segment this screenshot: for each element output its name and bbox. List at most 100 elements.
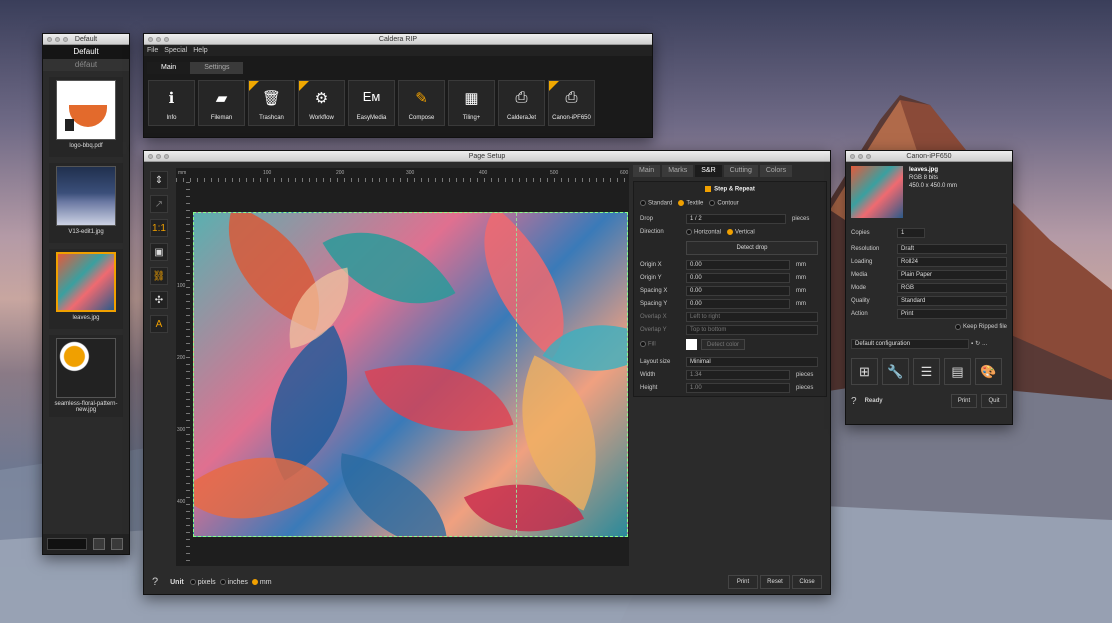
- overlap-x-select[interactable]: Left to right: [686, 312, 818, 323]
- add-icon[interactable]: [93, 538, 105, 550]
- save-icon[interactable]: ▪: [971, 341, 973, 347]
- tab-marks[interactable]: Marks: [662, 165, 694, 177]
- easymedia-button[interactable]: Eм EasyMedia: [348, 80, 395, 126]
- tab-cutting[interactable]: Cutting: [723, 165, 758, 177]
- list-selector[interactable]: [47, 538, 87, 550]
- tiling-button[interactable]: ▦ Tiling+: [448, 80, 495, 126]
- refresh-icon[interactable]: ↻: [975, 340, 980, 347]
- workflow-button[interactable]: ⚙ Workflow: [298, 80, 345, 126]
- tab-main[interactable]: Main: [633, 165, 661, 177]
- canon-ipf650-button[interactable]: ⎙ Canon-iPF650: [548, 80, 595, 126]
- info-button[interactable]: ℹ Info: [148, 80, 195, 126]
- window-controls[interactable]: [148, 154, 169, 159]
- drop-field[interactable]: 1 / 2: [686, 214, 786, 225]
- configuration-select[interactable]: Default configuration: [851, 338, 969, 349]
- preview-canvas[interactable]: [190, 182, 629, 566]
- config-more-button[interactable]: ...: [982, 341, 987, 347]
- action-select[interactable]: Print: [897, 308, 1007, 319]
- reset-button[interactable]: Reset: [760, 575, 790, 589]
- step-repeat-toggle[interactable]: Step & Repeat: [640, 186, 820, 193]
- trashcan-button[interactable]: 🗑 Trashcan: [248, 80, 295, 126]
- close-button[interactable]: Close: [792, 575, 822, 589]
- overlap-y-select[interactable]: Top to bottom: [686, 325, 818, 336]
- title-bar: Caldera RIP: [144, 34, 652, 45]
- thumbnail: [56, 338, 116, 398]
- direction-vertical[interactable]: Vertical: [727, 228, 755, 235]
- title-bar: Canon-iPF650: [846, 151, 1012, 162]
- tab-step-repeat[interactable]: S&R: [695, 165, 722, 177]
- keep-ripped-checkbox[interactable]: Keep Ripped file: [851, 320, 1007, 333]
- list-item-label: seamless-floral-pattern-new.jpg: [54, 401, 118, 413]
- direction-horizontal[interactable]: Horizontal: [686, 228, 721, 235]
- detect-drop-button[interactable]: Detect drop: [686, 240, 818, 255]
- origin-y-field[interactable]: 0.00: [686, 273, 790, 284]
- settings-panel: Main Marks S&R Cutting Colors Step & Rep…: [633, 165, 827, 397]
- text-icon[interactable]: A: [150, 315, 168, 333]
- window-controls[interactable]: [850, 154, 871, 159]
- folder-icon: ▰: [215, 90, 228, 107]
- help-icon[interactable]: ?: [851, 396, 857, 407]
- easymedia-icon: Eм: [362, 89, 381, 104]
- fill-color-swatch[interactable]: [686, 338, 697, 350]
- mode-textile[interactable]: Textile: [678, 199, 703, 206]
- list-item[interactable]: seamless-floral-pattern-new.jpg: [49, 335, 123, 417]
- crop-icon[interactable]: ▣: [150, 243, 168, 261]
- unit-mm[interactable]: mm: [251, 579, 272, 586]
- window-title: Caldera RIP: [378, 36, 418, 43]
- fill-checkbox[interactable]: Fill: [640, 340, 686, 347]
- queue-header[interactable]: Default: [43, 45, 129, 59]
- height-field[interactable]: 1.00: [686, 383, 790, 394]
- resolution-select[interactable]: Draft: [897, 243, 1007, 254]
- origin-x-field[interactable]: 0.00: [686, 260, 790, 271]
- tab-colors[interactable]: Colors: [759, 165, 793, 177]
- spacing-y-field[interactable]: 0.00: [686, 299, 790, 310]
- help-icon[interactable]: ?: [152, 576, 158, 588]
- step-repeat-group: Step & Repeat Standard Textile Contour D…: [633, 181, 827, 397]
- window-controls[interactable]: [148, 37, 169, 42]
- tab-main[interactable]: Main: [147, 62, 191, 74]
- quality-select[interactable]: Standard: [897, 295, 1007, 306]
- copies-field[interactable]: 1: [897, 227, 925, 238]
- list-item-selected[interactable]: leaves.jpg: [49, 249, 123, 329]
- loading-select[interactable]: Roll24: [897, 256, 1007, 267]
- job-color-info: RGB 8 bits: [909, 175, 939, 181]
- queue-icon[interactable]: ☰: [913, 358, 940, 385]
- calderajet-button[interactable]: ⎙ CalderaJet: [498, 80, 545, 126]
- unit-inches[interactable]: inches: [219, 579, 248, 586]
- print-icon[interactable]: [111, 538, 123, 550]
- add-job-icon[interactable]: ⊞: [851, 358, 878, 385]
- file-list-window: Default Default défaut logo-bbq.pdf V13-…: [42, 33, 130, 555]
- print-button[interactable]: Print: [951, 394, 977, 408]
- compose-button[interactable]: ✎ Compose: [398, 80, 445, 126]
- print-button[interactable]: Print: [728, 575, 758, 589]
- mode-contour[interactable]: Contour: [709, 199, 739, 206]
- quit-button[interactable]: Quit: [981, 394, 1007, 408]
- unit-pixels[interactable]: pixels: [189, 579, 216, 586]
- menu-file[interactable]: File: [147, 45, 158, 56]
- detect-color-button[interactable]: Detect color: [701, 338, 745, 350]
- mode-standard[interactable]: Standard: [640, 199, 672, 206]
- title-bar: Default: [43, 34, 129, 45]
- fileman-button[interactable]: ▰ Fileman: [198, 80, 245, 126]
- layout-size-select[interactable]: Minimal: [686, 357, 818, 368]
- ratio-icon[interactable]: 1:1: [150, 219, 168, 237]
- swatch-icon[interactable]: ▤: [944, 358, 971, 385]
- media-select[interactable]: Plain Paper: [897, 269, 1007, 280]
- wrench-icon[interactable]: 🔧: [882, 358, 909, 385]
- menu-special[interactable]: Special: [164, 45, 187, 56]
- tab-settings[interactable]: Settings: [190, 62, 244, 74]
- palette-icon[interactable]: 🎨: [975, 358, 1002, 385]
- spacing-x-field[interactable]: 0.00: [686, 286, 790, 297]
- printer-window: Canon-iPF650 leaves.jpg RGB 8 bits 450.0…: [845, 150, 1013, 425]
- menu-help[interactable]: Help: [193, 45, 207, 56]
- list-item[interactable]: V13-edit1.jpg: [49, 163, 123, 243]
- link-icon[interactable]: ⛓: [150, 267, 168, 285]
- resize-icon[interactable]: ↗: [150, 195, 168, 213]
- mode-select[interactable]: RGB: [897, 282, 1007, 293]
- fit-icon[interactable]: ⇕: [150, 171, 168, 189]
- window-controls[interactable]: [47, 37, 68, 42]
- width-field[interactable]: 1.34: [686, 370, 790, 381]
- list-item[interactable]: logo-bbq.pdf: [49, 77, 123, 157]
- center-icon[interactable]: ✣: [150, 291, 168, 309]
- main-tabs: Main Settings: [147, 62, 652, 74]
